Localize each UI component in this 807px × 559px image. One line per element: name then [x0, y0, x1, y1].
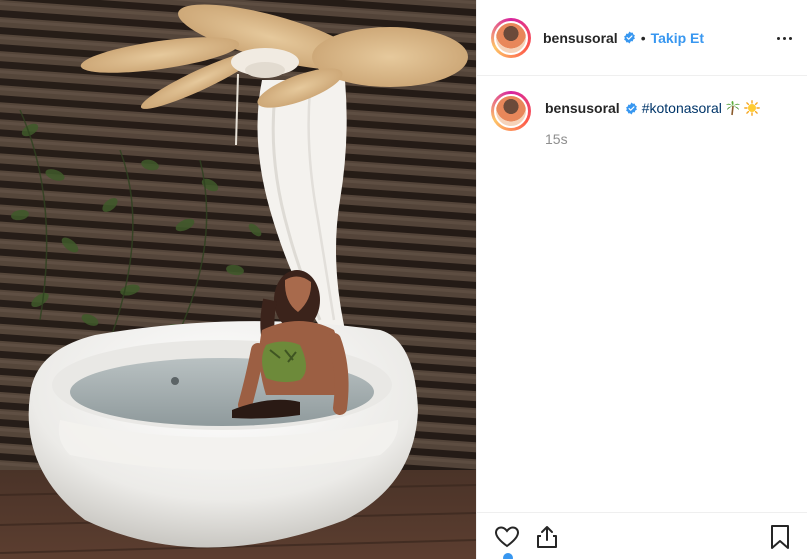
post-photo[interactable]: [0, 0, 476, 559]
share-button[interactable]: [533, 523, 561, 551]
share-icon: [537, 526, 557, 548]
action-bar: [477, 512, 807, 559]
caption-comment: bensusoral #kotonasoral 15s: [491, 91, 760, 147]
caption-body: bensusoral #kotonasoral 15s: [545, 91, 760, 147]
header-username[interactable]: bensusoral: [543, 30, 618, 46]
bookmark-icon: [771, 525, 789, 549]
post-sidebar: bensusoral • Takip Et bensusoral #kotona…: [476, 0, 807, 559]
save-button[interactable]: [766, 523, 794, 551]
caption-avatar[interactable]: [491, 91, 531, 131]
post-time[interactable]: 15s: [545, 131, 760, 147]
caption-line: bensusoral #kotonasoral: [545, 99, 760, 117]
like-button[interactable]: [493, 523, 521, 551]
heart-icon: [494, 526, 520, 548]
verified-badge-icon: [623, 31, 635, 44]
follow-button[interactable]: Takip Et: [651, 30, 704, 46]
palm-tree-icon: [725, 101, 740, 116]
caption-username[interactable]: bensusoral: [545, 100, 620, 116]
more-options-icon[interactable]: [772, 26, 796, 50]
post-header: bensusoral • Takip Et: [477, 0, 807, 76]
avatar: [494, 94, 528, 128]
separator-dot: •: [640, 29, 646, 46]
instagram-post: bensusoral • Takip Et bensusoral #kotona…: [0, 0, 807, 559]
sun-icon: [743, 100, 760, 116]
header-avatar[interactable]: [491, 17, 531, 58]
verified-badge-icon: [625, 102, 637, 115]
status-dot: [503, 553, 513, 559]
hashtag-link[interactable]: #kotonasoral: [642, 100, 722, 116]
avatar: [494, 20, 528, 55]
post-photo-illustration: [0, 0, 476, 559]
